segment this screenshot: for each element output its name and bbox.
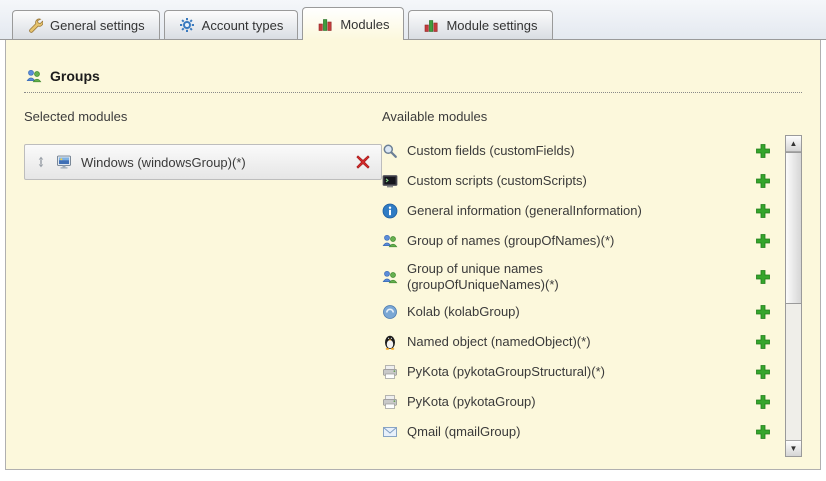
- scroll-up-button[interactable]: ▲: [786, 136, 801, 152]
- available-module-row: Group of unique names (groupOfUniqueName…: [382, 256, 777, 297]
- available-module-row: General information (generalInformation): [382, 196, 777, 226]
- modules-panel: Groups Selected modules Windows (windows…: [5, 40, 821, 470]
- scrollbar-thumb[interactable]: [786, 152, 801, 304]
- selected-module-row[interactable]: Windows (windowsGroup)(*): [24, 144, 382, 180]
- info-icon: [382, 203, 398, 219]
- available-modules-scrollbar[interactable]: ▲ ▼: [785, 135, 802, 457]
- available-module-label: PyKota (pykotaGroup): [407, 394, 675, 410]
- modules-icon: [317, 16, 333, 32]
- penguin-icon: [382, 334, 398, 350]
- available-module-label: Group of names (groupOfNames)(*): [407, 233, 675, 249]
- available-module-row: PyKota (pykotaGroup): [382, 387, 777, 417]
- kolab-icon: [382, 304, 398, 320]
- add-module-button[interactable]: [755, 143, 771, 159]
- available-module-row: Qmail (qmailGroup): [382, 417, 777, 447]
- modules-icon: [423, 17, 439, 33]
- available-module-row: Kolab (kolabGroup): [382, 297, 777, 327]
- tab-account-types[interactable]: Account types: [164, 10, 299, 39]
- tab-module-settings[interactable]: Module settings: [408, 10, 552, 39]
- available-modules-column: Available modules Custom fields (customF…: [382, 109, 802, 457]
- available-module-row: Named object (namedObject)(*): [382, 327, 777, 357]
- group-icon: [382, 233, 398, 249]
- gear-icon: [179, 17, 195, 33]
- group-icon: [26, 68, 42, 84]
- available-modules-header: Available modules: [382, 109, 777, 124]
- group-icon: [382, 269, 398, 285]
- wrench-icon: [27, 17, 43, 33]
- available-module-label: Custom fields (customFields): [407, 143, 675, 159]
- add-module-button[interactable]: [755, 233, 771, 249]
- tab-label: Modules: [340, 17, 389, 32]
- available-modules-list: Custom fields (customFields) Custom scri…: [382, 136, 777, 447]
- add-module-button[interactable]: [755, 394, 771, 410]
- add-module-button[interactable]: [755, 364, 771, 380]
- printer-icon: [382, 394, 398, 410]
- section-title: Groups: [50, 68, 100, 84]
- add-module-button[interactable]: [755, 269, 771, 285]
- available-module-row: Custom fields (customFields): [382, 136, 777, 166]
- selected-module-label: Windows (windowsGroup)(*): [81, 155, 246, 170]
- scroll-down-button[interactable]: ▼: [786, 440, 801, 456]
- available-module-label: Custom scripts (customScripts): [407, 173, 675, 189]
- available-module-row: Custom scripts (customScripts): [382, 166, 777, 196]
- add-module-button[interactable]: [755, 334, 771, 350]
- tab-label: Account types: [202, 18, 284, 33]
- available-module-label: Group of unique names (groupOfUniqueName…: [407, 261, 675, 292]
- available-module-label: PyKota (pykotaGroupStructural)(*): [407, 364, 675, 380]
- available-module-row: PyKota (pykotaGroupStructural)(*): [382, 357, 777, 387]
- terminal-icon: [382, 173, 398, 189]
- tab-bar: General settings Account types Modules M…: [0, 0, 826, 40]
- available-module-label: Qmail (qmailGroup): [407, 424, 675, 440]
- available-module-label: Named object (namedObject)(*): [407, 334, 675, 350]
- selected-modules-header: Selected modules: [24, 109, 382, 124]
- scrollbar-track[interactable]: [786, 152, 801, 440]
- available-module-label: Kolab (kolabGroup): [407, 304, 675, 320]
- section-header-groups: Groups: [24, 54, 802, 93]
- add-module-button[interactable]: [755, 173, 771, 189]
- add-module-button[interactable]: [755, 304, 771, 320]
- tab-label: General settings: [50, 18, 145, 33]
- magnifier-icon: [382, 143, 398, 159]
- tab-label: Module settings: [446, 18, 537, 33]
- selected-modules-column: Selected modules Windows (windowsGroup)(…: [24, 109, 382, 457]
- drag-icon[interactable]: [35, 155, 47, 169]
- printer-icon: [382, 364, 398, 380]
- available-module-label: General information (generalInformation): [407, 203, 675, 219]
- remove-module-button[interactable]: [355, 154, 371, 170]
- monitor-icon: [56, 154, 72, 170]
- mail-icon: [382, 424, 398, 440]
- tab-modules[interactable]: Modules: [302, 7, 404, 40]
- available-module-row: Group of names (groupOfNames)(*): [382, 226, 777, 256]
- add-module-button[interactable]: [755, 424, 771, 440]
- add-module-button[interactable]: [755, 203, 771, 219]
- tab-general-settings[interactable]: General settings: [12, 10, 160, 39]
